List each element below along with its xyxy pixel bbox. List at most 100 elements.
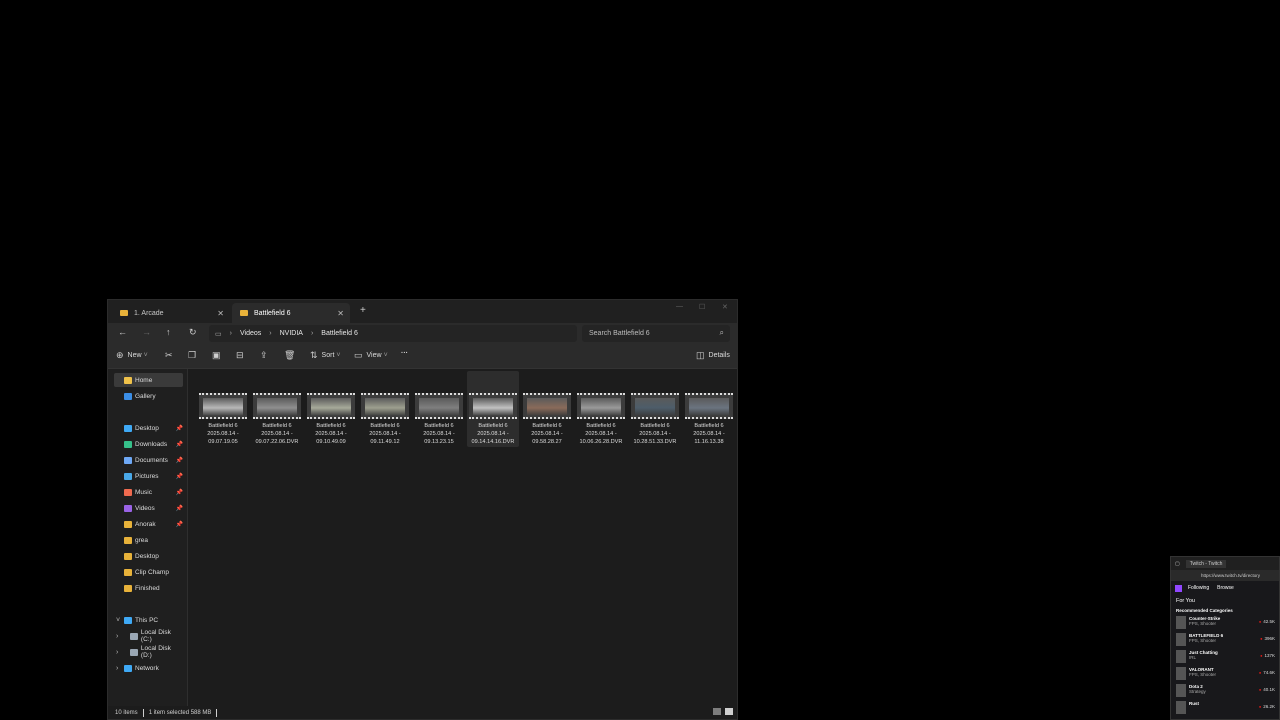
file-item[interactable]: Battlefield 6 2025.08.14 -09.11.49.12	[359, 371, 411, 447]
file-item[interactable]: Battlefield 6 2025.08.14 -09.13.23.15	[413, 371, 465, 447]
rename-button[interactable]: ⊟	[236, 350, 248, 361]
sidebar-item-local-disk-d[interactable]: › Local Disk (D:)	[114, 645, 183, 659]
chevron-right-icon[interactable]: ›	[116, 649, 118, 656]
browser-menu-icon[interactable]: ▢	[1175, 561, 1180, 567]
file-item[interactable]: Battlefield 6 2025.08.14 -09.07.22.06.DVR	[251, 371, 303, 447]
sidebar-item-gallery[interactable]: Gallery	[114, 389, 183, 403]
sidebar-item-desktop[interactable]: Desktop	[114, 549, 183, 563]
folder-icon	[124, 376, 132, 384]
forward-icon[interactable]: →	[142, 327, 151, 337]
sidebar-item-pictures[interactable]: Pictures 📌	[114, 469, 183, 483]
file-item[interactable]: Battlefield 6 2025.08.14 -11.16.13.38	[683, 371, 735, 447]
back-icon[interactable]: ←	[118, 327, 127, 337]
view-button[interactable]: ▭ View ˅	[354, 350, 388, 361]
nav-following[interactable]: Following	[1188, 585, 1209, 591]
more-button[interactable]: ···	[401, 350, 408, 357]
chevron-right-icon[interactable]: ›	[116, 633, 118, 640]
item-count: 10 items	[115, 709, 138, 716]
file-item[interactable]: Battlefield 6 2025.08.14 -09.10.49.09	[305, 371, 357, 447]
sidebar-item-clip-champ[interactable]: Clip Champ	[114, 565, 183, 579]
twitch-logo-icon[interactable]	[1175, 584, 1182, 592]
details-button[interactable]: ◫ Details	[696, 350, 730, 361]
share-button[interactable]: ⇪	[260, 350, 272, 361]
new-label: New	[127, 352, 142, 359]
new-tab-icon[interactable]: +	[360, 305, 366, 316]
sidebar-item-network[interactable]: › Network	[114, 661, 183, 675]
chevron-right-icon[interactable]: ›	[116, 665, 118, 672]
paste-button[interactable]: ▣	[212, 350, 225, 361]
folder-icon	[130, 648, 138, 656]
chevron-down-icon: ˅	[336, 352, 341, 359]
cut-button[interactable]: ✂	[165, 350, 177, 361]
close-icon[interactable]: ✕	[217, 309, 224, 318]
nav-browse[interactable]: Browse	[1217, 585, 1234, 591]
search-icon: ⌕	[719, 328, 724, 337]
file-name: Battlefield 6 2025.08.14 -09.07.19.05	[207, 423, 239, 445]
breadcrumb-item[interactable]: Battlefield 6	[321, 330, 358, 337]
sidebar-item-downloads[interactable]: Downloads 📌	[114, 437, 183, 451]
sort-button[interactable]: ⇅ Sort ˅	[310, 350, 340, 361]
category-row[interactable]: Dota 2Strategy40.1K	[1171, 681, 1279, 698]
file-item[interactable]: Battlefield 6 2025.08.14 -10.06.26.28.DVR	[575, 371, 627, 447]
category-row[interactable]: VALORANTFPS, Shooter74.6K	[1171, 664, 1279, 681]
category-row[interactable]: Counter-StrikeFPS, Shooter42.5K	[1171, 613, 1279, 630]
sidebar-item-videos[interactable]: Videos 📌	[114, 501, 183, 515]
up-icon[interactable]: ↑	[166, 327, 171, 337]
divider	[216, 708, 218, 717]
twitch-nav: Following Browse	[1171, 581, 1279, 595]
sidebar-item-finished[interactable]: Finished	[114, 581, 183, 595]
copy-button[interactable]: ❐	[188, 350, 200, 361]
sidebar-item-label: grea	[135, 536, 149, 544]
viewer-count: 137K	[1260, 653, 1275, 658]
sidebar-item-music[interactable]: Music 📌	[114, 485, 183, 499]
breadcrumb-item[interactable]: Videos	[240, 330, 261, 337]
tab-arcade[interactable]: 1. Arcade ✕	[112, 303, 230, 323]
new-button[interactable]: ⊕ New ˅	[116, 350, 148, 361]
sidebar-item-desktop[interactable]: Desktop 📌	[114, 421, 183, 435]
sidebar-item-home[interactable]: Home	[114, 373, 183, 387]
viewer-count: 26.2K	[1259, 704, 1275, 709]
status-bar: 10 items 1 item selected 588 MB	[108, 706, 737, 719]
file-name: Battlefield 6 2025.08.14 -09.14.14.16.DVR	[471, 423, 515, 445]
folder-icon	[124, 552, 132, 560]
refresh-icon[interactable]: ↻	[189, 327, 197, 338]
sidebar-item-anorak[interactable]: Anorak 📌	[114, 517, 183, 531]
category-thumbnail	[1176, 650, 1186, 663]
category-row[interactable]: Just ChattingIRL137K	[1171, 647, 1279, 664]
file-item[interactable]: Battlefield 6 2025.08.14 -09.58.28.27	[521, 371, 573, 447]
tab-battlefield[interactable]: Battlefield 6 ✕	[232, 303, 350, 323]
close-icon[interactable]: ✕	[337, 309, 344, 318]
minimize-icon[interactable]: —	[676, 303, 683, 310]
sidebar-item-local-disk-c[interactable]: › Local Disk (C:)	[114, 629, 183, 643]
breadcrumb[interactable]: ▭ › Videos › NVIDIA › Battlefield 6	[209, 325, 577, 342]
tab-label: Battlefield 6	[254, 309, 291, 317]
pin-icon: 📌	[175, 441, 183, 448]
sidebar-item-this-pc[interactable]: ˅ This PC	[114, 613, 183, 627]
video-thumbnail	[685, 393, 733, 419]
viewer-count: 396K	[1260, 636, 1275, 641]
search-input[interactable]: Search Battlefield 6 ⌕	[582, 325, 730, 342]
sidebar-item-grea[interactable]: grea	[114, 533, 183, 547]
browser-tab[interactable]: Twitch - Twitch	[1185, 559, 1227, 568]
video-thumbnail	[523, 393, 571, 419]
category-row[interactable]: Rust 26.2K	[1171, 698, 1279, 715]
close-window-icon[interactable]: ✕	[722, 303, 728, 311]
copy-icon: ❐	[188, 350, 197, 360]
maximize-icon[interactable]: ☐	[699, 303, 705, 311]
category-thumbnail	[1176, 684, 1186, 697]
file-item[interactable]: Battlefield 6 2025.08.14 -09.07.19.05	[197, 371, 249, 447]
delete-button[interactable]: 🗑	[284, 350, 299, 361]
file-item[interactable]: Battlefield 6 2025.08.14 -10.28.51.33.DVR	[629, 371, 681, 447]
sidebar-item-label: Desktop	[135, 552, 159, 560]
breadcrumb-item[interactable]: NVIDIA	[280, 330, 303, 337]
details-view-icon[interactable]	[713, 708, 721, 715]
category-row[interactable]: BATTLEFIELD 6FPS, Shooter396K	[1171, 630, 1279, 647]
file-item[interactable]: Battlefield 6 2025.08.14 -09.14.14.16.DVR	[467, 371, 519, 447]
tiles-view-icon[interactable]	[725, 708, 733, 715]
view-label: View	[366, 352, 382, 359]
folder-icon	[124, 616, 132, 624]
file-name: Battlefield 6 2025.08.14 -09.13.23.15	[423, 423, 455, 445]
sidebar-item-documents[interactable]: Documents 📌	[114, 453, 183, 467]
browser-url-bar[interactable]: https://www.twitch.tv/directory	[1171, 570, 1279, 581]
chevron-down-icon[interactable]: ˅	[116, 617, 120, 624]
